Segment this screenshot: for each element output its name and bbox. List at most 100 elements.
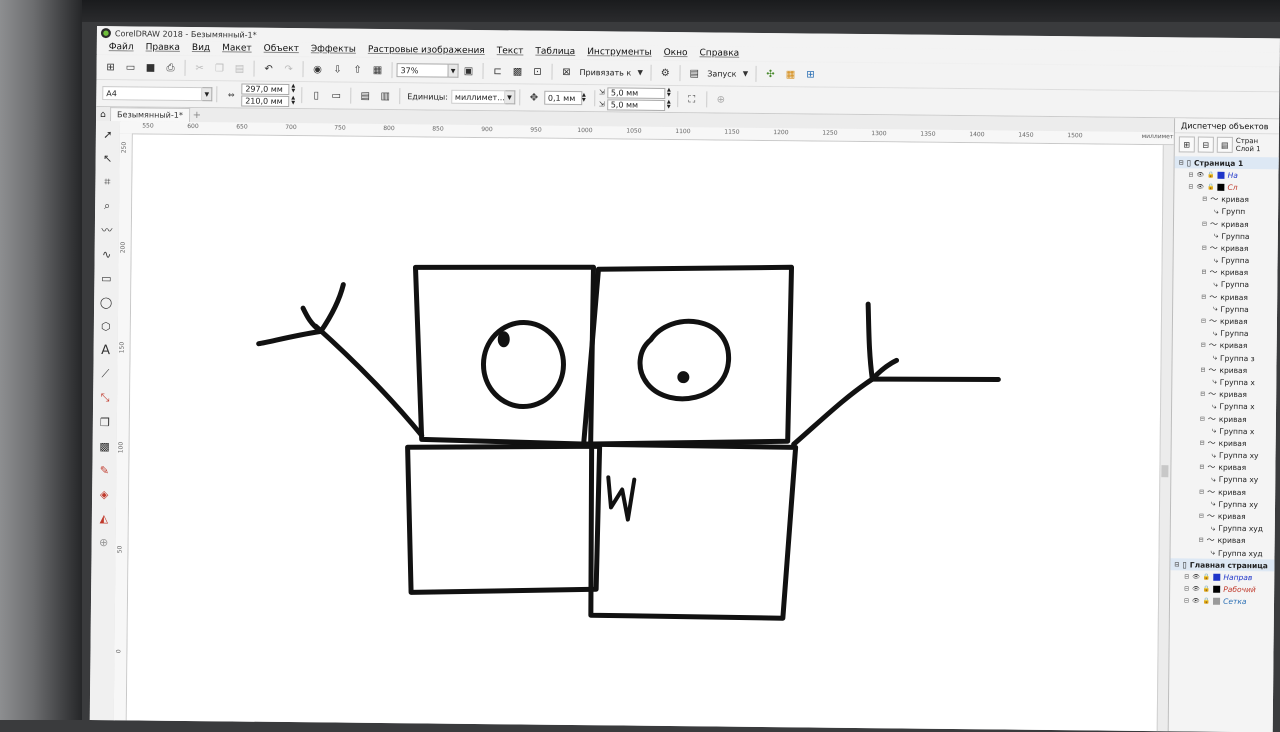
tree-curve[interactable]: ⊟ 〜 кривая xyxy=(1171,534,1280,547)
expand-collapse-icon[interactable]: ⊟ xyxy=(1201,342,1207,349)
interactive-fill-icon[interactable]: ◈ xyxy=(93,483,115,505)
menu-edit[interactable]: Правка xyxy=(140,42,186,53)
dup-y-spinner-icon[interactable]: ▲ ▼ xyxy=(665,99,673,110)
tree-group[interactable]: ⤷ Группа xyxy=(1173,303,1280,316)
transparency-icon[interactable]: ▩ xyxy=(93,435,115,457)
snap-dropdown-arrow-icon[interactable]: ▼ xyxy=(636,65,644,81)
page-frame-icon[interactable]: ⛶ xyxy=(684,91,700,107)
tree-group[interactable]: ⤷ Группа ху xyxy=(1171,473,1280,486)
expand-collapse-icon[interactable]: ⊟ xyxy=(1200,391,1206,398)
menu-view[interactable]: Вид xyxy=(186,43,216,53)
expand-collapse-icon[interactable]: ⊟ xyxy=(1188,183,1194,190)
rulers-icon[interactable]: ⊏ xyxy=(489,63,505,79)
expand-collapse-icon[interactable]: ⊟ xyxy=(1179,159,1185,166)
layer-color-swatch[interactable] xyxy=(1217,183,1225,191)
expand-collapse-icon[interactable]: ⊟ xyxy=(1201,269,1207,276)
expand-collapse-icon[interactable]: ⊟ xyxy=(1199,513,1205,520)
tree-group[interactable]: ⤷ Группа ху xyxy=(1171,498,1280,511)
layer-visibility-icon[interactable]: 👁 xyxy=(1196,171,1204,178)
tree-group[interactable]: ⤷ Группа xyxy=(1173,327,1280,340)
expand-collapse-icon[interactable]: ⊟ xyxy=(1174,561,1180,568)
portrait-icon[interactable]: ▯ xyxy=(308,87,324,103)
paste-icon[interactable]: ▤ xyxy=(231,60,247,76)
expand-collapse-icon[interactable]: ⊟ xyxy=(1201,318,1207,325)
tree-curve[interactable]: ⊟ 〜 кривая xyxy=(1171,485,1280,498)
tree-group[interactable]: ⤷ Группа ху xyxy=(1172,449,1280,462)
cut-icon[interactable]: ✂ xyxy=(191,60,207,76)
tree-curve[interactable]: ⊟ 〜 кривая xyxy=(1172,388,1280,401)
import-icon[interactable]: ⇩ xyxy=(329,61,345,77)
units-dropdown-arrow-icon[interactable]: ▼ xyxy=(504,90,516,105)
tree-group[interactable]: ⤷ Группа худ xyxy=(1170,546,1279,559)
layer-color-swatch[interactable] xyxy=(1213,573,1221,581)
zoom-level-field[interactable]: 37% xyxy=(396,63,449,78)
layer-lock-icon[interactable]: 🔒 xyxy=(1203,574,1211,581)
expand-collapse-icon[interactable]: ⊟ xyxy=(1200,415,1206,422)
expand-collapse-icon[interactable]: ⊟ xyxy=(1202,220,1208,227)
nudge-spinner-icon[interactable]: ▲ ▼ xyxy=(582,92,590,103)
dimension-tool-icon[interactable]: ⟋ xyxy=(94,363,116,385)
align-icon[interactable]: ⊞ xyxy=(802,66,818,82)
tree-group[interactable]: ⤷ Группа х xyxy=(1172,376,1280,389)
ellipse-tool-icon[interactable]: ◯ xyxy=(95,291,117,313)
layer-manager-icon[interactable]: ▤ xyxy=(1216,136,1233,153)
add-tab-icon[interactable]: + xyxy=(190,109,204,122)
menu-bitmaps[interactable]: Растровые изображения xyxy=(362,45,491,56)
tree-page[interactable]: ⊟ ▯ Главная страница xyxy=(1170,558,1280,572)
copy-icon[interactable]: ❐ xyxy=(211,60,227,76)
expand-collapse-icon[interactable]: ⊟ xyxy=(1202,244,1208,251)
expand-collapse-icon[interactable]: ⊟ xyxy=(1199,488,1205,495)
expand-collapse-icon[interactable]: ⊟ xyxy=(1184,573,1190,580)
menu-file[interactable]: Файл xyxy=(103,42,140,52)
tree-curve[interactable]: ⊟ 〜 кривая xyxy=(1172,412,1280,425)
layer-color-swatch[interactable] xyxy=(1217,171,1225,179)
tab-document[interactable]: Безымянный-1* xyxy=(110,107,190,122)
text-tool-icon[interactable]: A xyxy=(94,339,116,361)
tree-group[interactable]: ⤷ Группа xyxy=(1174,229,1280,242)
tree-curve[interactable]: ⊟ 〜 кривая xyxy=(1171,510,1280,523)
layer-lock-icon[interactable]: 🔒 xyxy=(1207,171,1215,178)
menu-object[interactable]: Объект xyxy=(258,44,305,54)
eyedropper-icon[interactable]: ✎ xyxy=(93,459,115,481)
layer-visibility-icon[interactable]: 👁 xyxy=(1196,183,1204,190)
zoom-dropdown-arrow-icon[interactable]: ▼ xyxy=(448,63,459,78)
freehand-tool-icon[interactable]: 〰 xyxy=(96,219,118,241)
menu-table[interactable]: Таблица xyxy=(529,47,581,58)
page-width-field[interactable]: 297,0 мм xyxy=(241,83,290,95)
smart-fill-icon[interactable]: ◭ xyxy=(93,507,115,529)
page-height-field[interactable]: 210,0 мм xyxy=(241,95,290,107)
dup-x-spinner-icon[interactable]: ▲ ▼ xyxy=(665,87,673,98)
menu-layout[interactable]: Макет xyxy=(216,43,258,53)
redo-icon[interactable]: ↷ xyxy=(280,61,296,77)
undo-icon[interactable]: ↶ xyxy=(260,61,276,77)
page-size-dropdown-arrow-icon[interactable]: ▼ xyxy=(202,87,213,102)
tree-layer[interactable]: ⊟ 👁 🔒 Рабочий xyxy=(1170,583,1280,596)
tree-group[interactable]: ⤷ Групп xyxy=(1174,205,1280,218)
connect-icon[interactable]: ✣ xyxy=(762,66,778,82)
shape-tool-icon[interactable]: ↖ xyxy=(97,147,119,169)
tree-layer[interactable]: ⊟ 👁 🔒 На xyxy=(1174,168,1279,181)
artistic-media-icon[interactable]: ∿ xyxy=(95,243,117,265)
layer-color-swatch[interactable] xyxy=(1213,585,1221,593)
expand-collapse-icon[interactable]: ⊟ xyxy=(1199,537,1205,544)
expand-collapse-icon[interactable]: ⊟ xyxy=(1202,196,1208,203)
expand-collapse-icon[interactable]: ⊟ xyxy=(1199,464,1205,471)
launch-dropdown-arrow-icon[interactable]: ▼ xyxy=(741,66,749,82)
tree-group[interactable]: ⤷ Группа худ xyxy=(1171,522,1280,535)
full-screen-icon[interactable]: ▣ xyxy=(460,63,476,79)
layer-visibility-icon[interactable]: 👁 xyxy=(1192,598,1200,605)
tree-group[interactable]: ⤷ Группа х xyxy=(1172,424,1280,437)
launch-icon[interactable]: ▤ xyxy=(686,65,702,81)
menu-text[interactable]: Текст xyxy=(491,46,530,56)
units-select[interactable]: миллимет... xyxy=(450,89,506,105)
tree-layer[interactable]: ⊟ 👁 🔒 Направ xyxy=(1170,571,1280,584)
layer-visibility-icon[interactable]: 👁 xyxy=(1192,586,1200,593)
pdf-icon[interactable]: ▦ xyxy=(369,62,385,78)
expand-collapse-icon[interactable]: ⊟ xyxy=(1188,171,1194,178)
menu-effects[interactable]: Эффекты xyxy=(305,44,362,55)
tree-curve[interactable]: ⊟ 〜 кривая xyxy=(1173,339,1280,352)
rectangle-tool-icon[interactable]: ▭ xyxy=(95,267,117,289)
connector-tool-icon[interactable]: ⤡ xyxy=(94,387,116,409)
tree-layer[interactable]: ⊟ 👁 🔒 Сетка xyxy=(1170,595,1280,608)
expand-collapse-icon[interactable]: ⊟ xyxy=(1200,366,1206,373)
